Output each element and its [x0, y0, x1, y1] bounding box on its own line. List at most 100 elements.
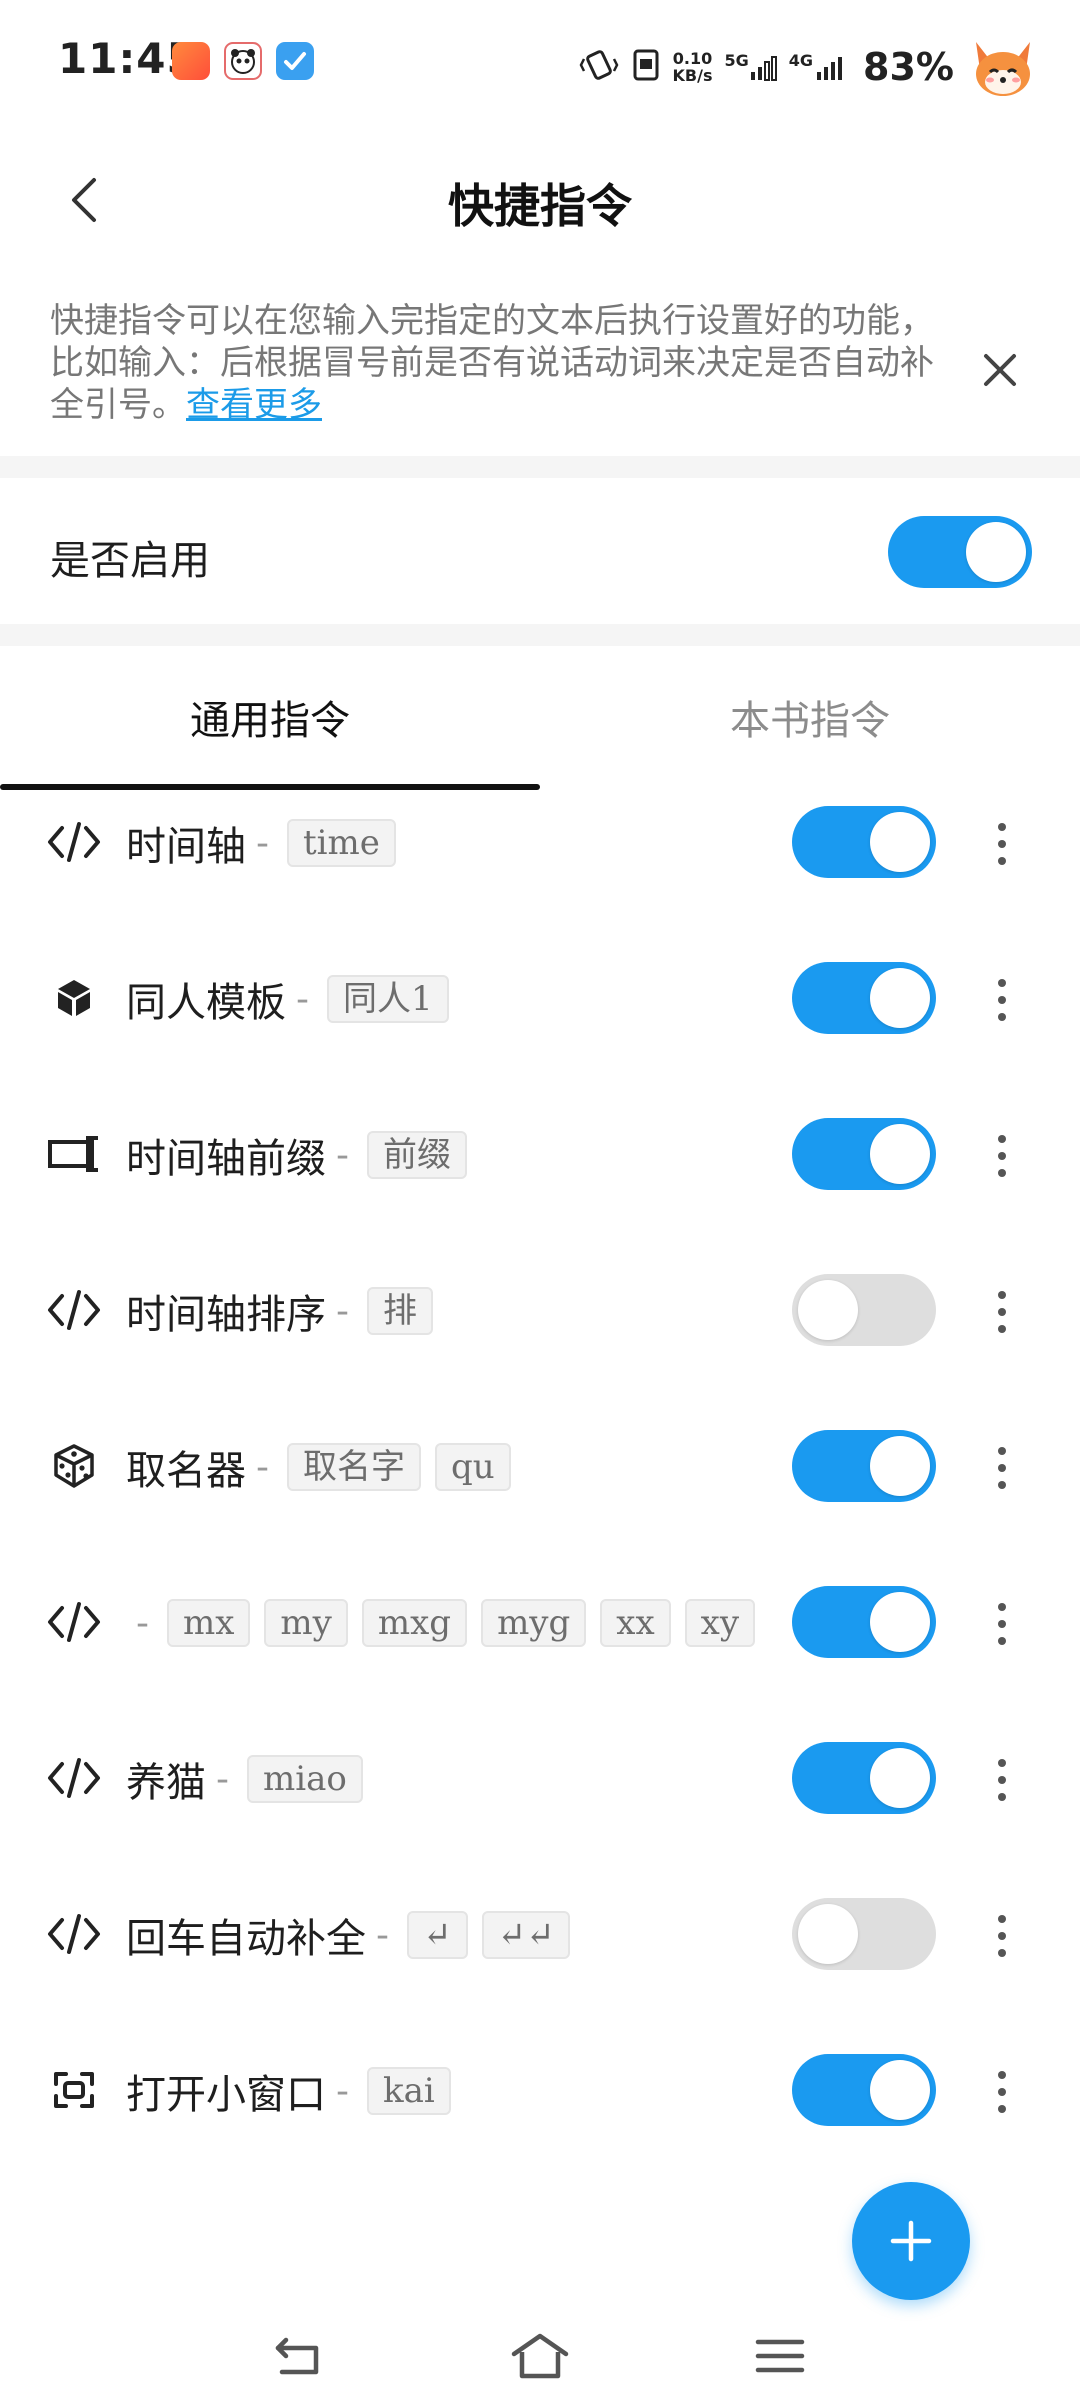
command-row[interactable]: 回车自动补全 - ↵ ↵↵ — [0, 1856, 1080, 2012]
command-switch[interactable] — [792, 1274, 936, 1346]
switch-knob — [966, 522, 1026, 582]
home-icon — [511, 2333, 569, 2379]
more-options-button[interactable] — [978, 2060, 1026, 2124]
menu-icon — [755, 2339, 805, 2373]
separator: - — [336, 2070, 349, 2112]
separator: - — [376, 1914, 389, 1956]
trigger-chip: xx — [600, 1599, 671, 1647]
separator: - — [216, 1758, 229, 1800]
see-more-link[interactable]: 查看更多 — [186, 385, 322, 425]
command-name: 养猫 — [126, 1760, 206, 1806]
switch-knob — [798, 1904, 858, 1964]
trigger-chip: 同人1 — [327, 975, 449, 1023]
command-row[interactable]: 打开小窗口 - kai — [0, 2012, 1080, 2168]
trigger-chip: my — [264, 1599, 348, 1647]
command-name: 时间轴排序 — [126, 1292, 326, 1338]
signal-4g: 4G — [789, 52, 845, 82]
more-options-button[interactable] — [978, 1592, 1026, 1656]
command-name: 同人模板 — [126, 980, 286, 1026]
tab-book-commands[interactable]: 本书指令 — [540, 688, 1080, 746]
command-content: 时间轴前缀 - 前缀 — [126, 1120, 481, 1190]
switch-knob — [870, 1592, 930, 1652]
trigger-chip: mx — [167, 1599, 251, 1647]
command-switch[interactable] — [792, 1430, 936, 1502]
more-options-button[interactable] — [978, 1748, 1026, 1812]
trigger-chip: 排 — [367, 1287, 433, 1335]
switch-knob — [870, 1124, 930, 1184]
trigger-chip: mxg — [361, 1599, 468, 1647]
signal-5g: 5G — [725, 52, 777, 82]
more-options-button[interactable] — [978, 1904, 1026, 1968]
command-row[interactable]: 取名器 - 取名字 qu — [0, 1388, 1080, 1544]
fox-avatar-icon — [966, 30, 1040, 104]
command-row[interactable]: 时间轴前缀 - 前缀 — [0, 1076, 1080, 1232]
command-row[interactable]: 同人模板 - 同人1 — [0, 920, 1080, 1076]
info-description: 快捷指令可以在您输入完指定的文本后执行设置好的功能，比如输入：后根据冒号前是否有… — [50, 300, 950, 426]
command-content: 打开小窗口 - kai — [126, 2056, 465, 2126]
trigger-chip: xy — [684, 1599, 756, 1647]
nav-back-button[interactable] — [268, 2324, 332, 2388]
close-info-button[interactable] — [970, 340, 1030, 400]
app-notification-icon — [172, 42, 210, 80]
trigger-chip: miao — [247, 1755, 363, 1803]
command-switch[interactable] — [792, 2054, 936, 2126]
tab-general-commands[interactable]: 通用指令 — [0, 688, 540, 746]
command-name: 时间轴 — [126, 824, 246, 870]
separator: - — [296, 978, 309, 1020]
command-switch[interactable] — [792, 1118, 936, 1190]
trigger-chip: 前缀 — [367, 1131, 467, 1179]
command-row[interactable]: - mx my mxg myg xx xy — [0, 1544, 1080, 1700]
command-content: 时间轴 - time — [126, 808, 410, 878]
add-command-button[interactable] — [852, 2182, 970, 2300]
switch-knob — [870, 1436, 930, 1496]
command-switch[interactable] — [792, 1898, 936, 1970]
command-name: 回车自动补全 — [126, 1916, 366, 1962]
command-content: 养猫 - miao — [126, 1744, 377, 1814]
command-switch[interactable] — [792, 962, 936, 1034]
more-options-button[interactable] — [978, 1436, 1026, 1500]
net-speed-value: 0.10 — [672, 49, 713, 68]
signal-5g-label: 5G — [724, 51, 749, 70]
separator: - — [336, 1134, 349, 1176]
divider — [0, 624, 1080, 646]
command-row[interactable]: 时间轴 - time — [0, 764, 1080, 920]
switch-knob — [870, 2060, 930, 2120]
enable-label: 是否启用 — [50, 538, 210, 584]
code-icon — [44, 1904, 104, 1964]
more-options-button[interactable] — [978, 968, 1026, 1032]
window-icon — [44, 2060, 104, 2120]
divider — [0, 456, 1080, 478]
battery-level: 83% — [863, 45, 954, 89]
code-icon — [44, 1592, 104, 1652]
status-app-icons — [172, 42, 314, 80]
more-options-button[interactable] — [978, 1124, 1026, 1188]
trigger-chip: ↵↵ — [481, 1911, 571, 1959]
command-switch[interactable] — [792, 806, 936, 878]
signal-bars-icon — [750, 56, 777, 81]
signal-bars-icon — [817, 57, 843, 80]
trigger-chip: ↵ — [407, 1911, 468, 1959]
trigger-chip: myg — [481, 1599, 587, 1647]
command-row[interactable]: 养猫 - miao — [0, 1700, 1080, 1856]
plus-icon — [890, 2220, 932, 2262]
nav-menu-button[interactable] — [748, 2324, 812, 2388]
code-icon — [44, 1748, 104, 1808]
command-switch[interactable] — [792, 1586, 936, 1658]
command-content: - mx my mxg myg xx xy — [126, 1588, 776, 1658]
command-row[interactable]: 时间轴排序 - 排 — [0, 1232, 1080, 1388]
command-switch[interactable] — [792, 1742, 936, 1814]
dice-icon — [44, 1436, 104, 1496]
code-icon — [44, 812, 104, 872]
return-icon — [275, 2337, 319, 2375]
more-options-button[interactable] — [978, 812, 1026, 876]
command-content: 同人模板 - 同人1 — [126, 964, 463, 1034]
nav-home-button[interactable] — [508, 2324, 572, 2388]
status-bar: 11:45 0.10 KB/s 5G 4G 83% — [0, 0, 1080, 124]
command-name: 时间轴前缀 — [126, 1136, 326, 1182]
enable-row: 是否启用 — [0, 478, 1080, 628]
page-title: 快捷指令 — [448, 179, 632, 233]
trigger-chip: qu — [435, 1443, 511, 1491]
more-options-button[interactable] — [978, 1280, 1026, 1344]
enable-switch[interactable] — [888, 516, 1032, 588]
switch-knob — [870, 1748, 930, 1808]
